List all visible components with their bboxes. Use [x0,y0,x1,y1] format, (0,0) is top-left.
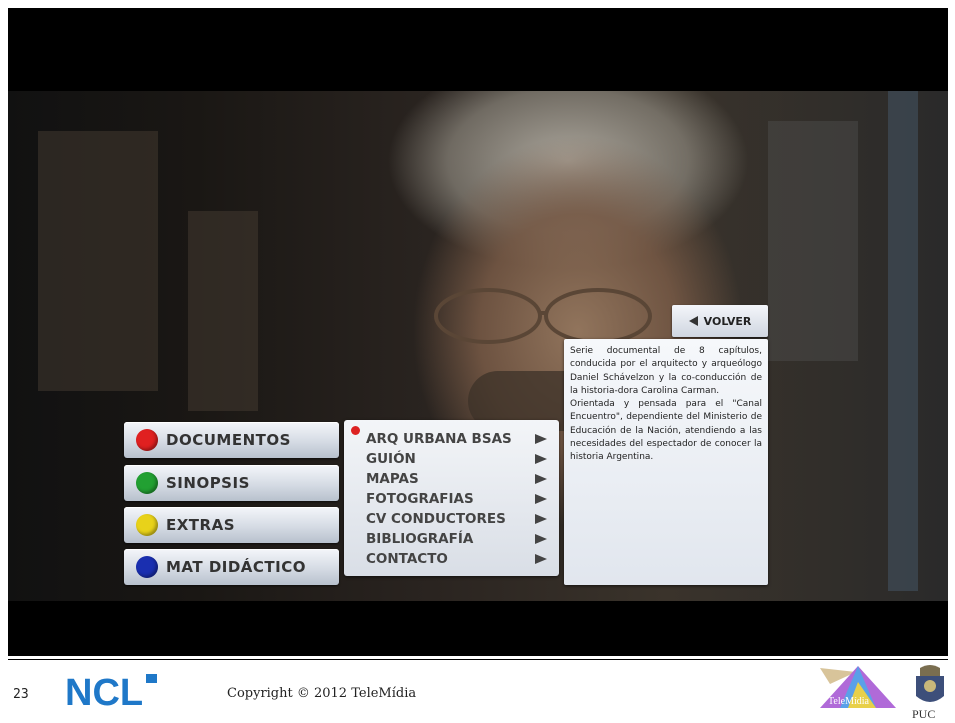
submenu-item-label: GUIÓN [366,451,416,467]
video-letterbox-bottom [8,601,948,656]
puc-logo: PUC [912,665,944,720]
submenu-item-guion[interactable]: GUIÓN [366,450,551,468]
arrow-right-icon [535,474,547,484]
page-number: 23 [13,687,29,702]
submenu-item-label: ARQ URBANA BSAS [366,431,512,447]
synopsis-paragraph: Orientada y pensada para el "Canal Encue… [570,399,762,463]
back-arrow-icon [688,316,698,326]
submenu-item-arq-urbana[interactable]: ARQ URBANA BSAS [366,430,551,448]
synopsis-paragraph: Serie documental de 8 capítulos, conduci… [570,346,762,396]
background-shelf [768,121,858,361]
submenu-item-cv-conductores[interactable]: CV CONDUCTORES [366,510,551,528]
arrow-right-icon [535,494,547,504]
submenu-item-fotografias[interactable]: FOTOGRAFIAS [366,490,551,508]
video-letterbox-top [8,8,948,91]
green-dot-icon [136,472,158,494]
background-shelf [188,211,258,411]
submenu-item-label: CONTACTO [366,551,448,567]
menu-button-extras[interactable]: EXTRAS [124,507,339,543]
submenu-item-label: MAPAS [366,471,419,487]
submenu-item-label: BIBLIOGRAFÍA [366,531,474,547]
background-shelf [38,131,158,391]
documentos-submenu: ARQ URBANA BSAS GUIÓN MAPAS FOTOGRAFIAS … [344,420,559,576]
submenu-item-label: CV CONDUCTORES [366,511,506,527]
telemidia-logo-text: TeleMídia [828,696,870,707]
volver-button[interactable]: VOLVER [672,305,768,337]
blue-dot-icon [136,556,158,578]
submenu-item-bibliografia[interactable]: BIBLIOGRAFÍA [366,530,551,548]
telemidia-logo: TeleMídia [820,666,896,708]
menu-button-documentos[interactable]: DOCUMENTOS [124,422,339,458]
arrow-right-icon [535,554,547,564]
arrow-right-icon [535,534,547,544]
footer-divider [8,659,948,660]
yellow-dot-icon [136,514,158,536]
menu-button-label: DOCUMENTOS [166,431,291,449]
menu-button-label: SINOPSIS [166,474,250,492]
menu-button-label: EXTRAS [166,516,236,534]
submenu-item-mapas[interactable]: MAPAS [366,470,551,488]
background-pillar [888,91,918,591]
ncl-logo-text: NCL [65,672,143,712]
synopsis-panel: Serie documental de 8 capítulos, conduci… [564,339,768,585]
selection-dot-icon [351,426,360,435]
menu-button-mat-didactico[interactable]: MAT DIDÁCTICO [124,549,339,585]
menu-button-sinopsis[interactable]: SINOPSIS [124,465,339,501]
arrow-right-icon [535,454,547,464]
red-dot-icon [136,429,158,451]
arrow-right-icon [535,434,547,444]
ncl-logo: NCL [65,672,157,712]
copyright-text: Copyright © 2012 TeleMídia [227,686,417,701]
menu-button-label: MAT DIDÁCTICO [166,558,306,576]
puc-logo-text: PUC [912,707,935,720]
arrow-right-icon [535,514,547,524]
volver-label: VOLVER [703,314,752,328]
submenu-item-contacto[interactable]: CONTACTO [366,550,551,568]
submenu-item-label: FOTOGRAFIAS [366,491,474,507]
